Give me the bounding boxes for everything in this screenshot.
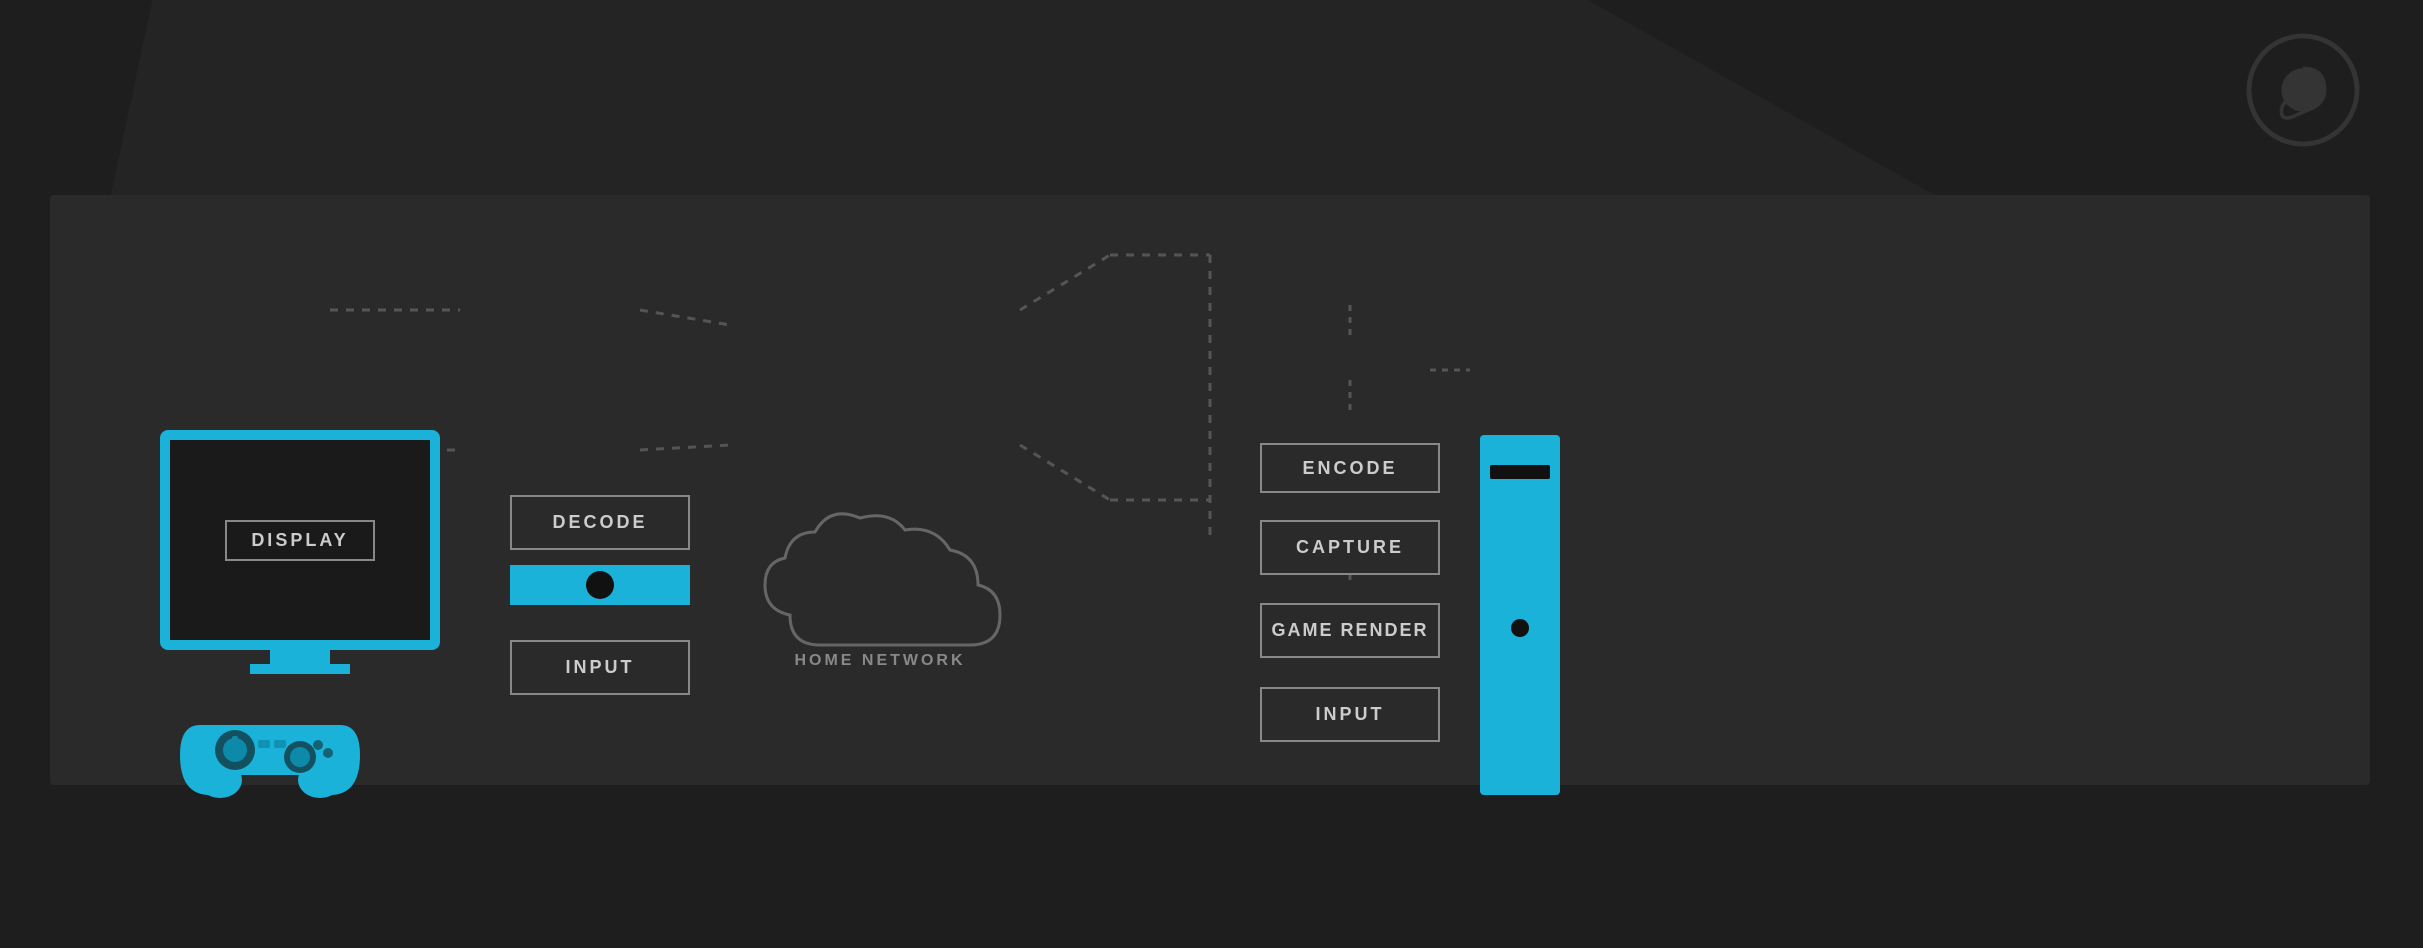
game-render-label: GAME RENDER — [1271, 620, 1428, 641]
gamepad-icon — [170, 685, 370, 820]
display-label: DISPLAY — [225, 520, 374, 561]
tv-base — [250, 664, 350, 674]
pc-power-button — [1511, 619, 1529, 637]
pc-drive-slot — [1490, 465, 1550, 479]
encode-box: ENCODE — [1260, 443, 1440, 493]
tv-stand — [270, 650, 330, 664]
tv-display: DISPLAY — [160, 430, 440, 674]
decode-label: DECODE — [552, 512, 647, 533]
input-right-label: INPUT — [1316, 704, 1385, 725]
capture-label: CAPTURE — [1296, 537, 1404, 558]
steam-link-device — [510, 565, 690, 605]
steam-link-dot — [586, 571, 614, 599]
input-box-left: INPUT — [510, 640, 690, 695]
cloud-label: HOME NETWORK — [794, 652, 965, 669]
input-left-label: INPUT — [566, 657, 635, 678]
pc-tower — [1480, 435, 1560, 795]
game-render-box: GAME RENDER — [1260, 603, 1440, 658]
tv-screen: DISPLAY — [160, 430, 440, 650]
decode-box: DECODE — [510, 495, 690, 550]
cloud-network: HOME NETWORK — [730, 490, 1030, 695]
input-box-right: INPUT — [1260, 687, 1440, 742]
encode-label: ENCODE — [1302, 458, 1397, 479]
main-panel: DISPLAY — [50, 195, 2370, 785]
capture-box: CAPTURE — [1260, 520, 1440, 575]
steam-logo — [2243, 30, 2363, 150]
